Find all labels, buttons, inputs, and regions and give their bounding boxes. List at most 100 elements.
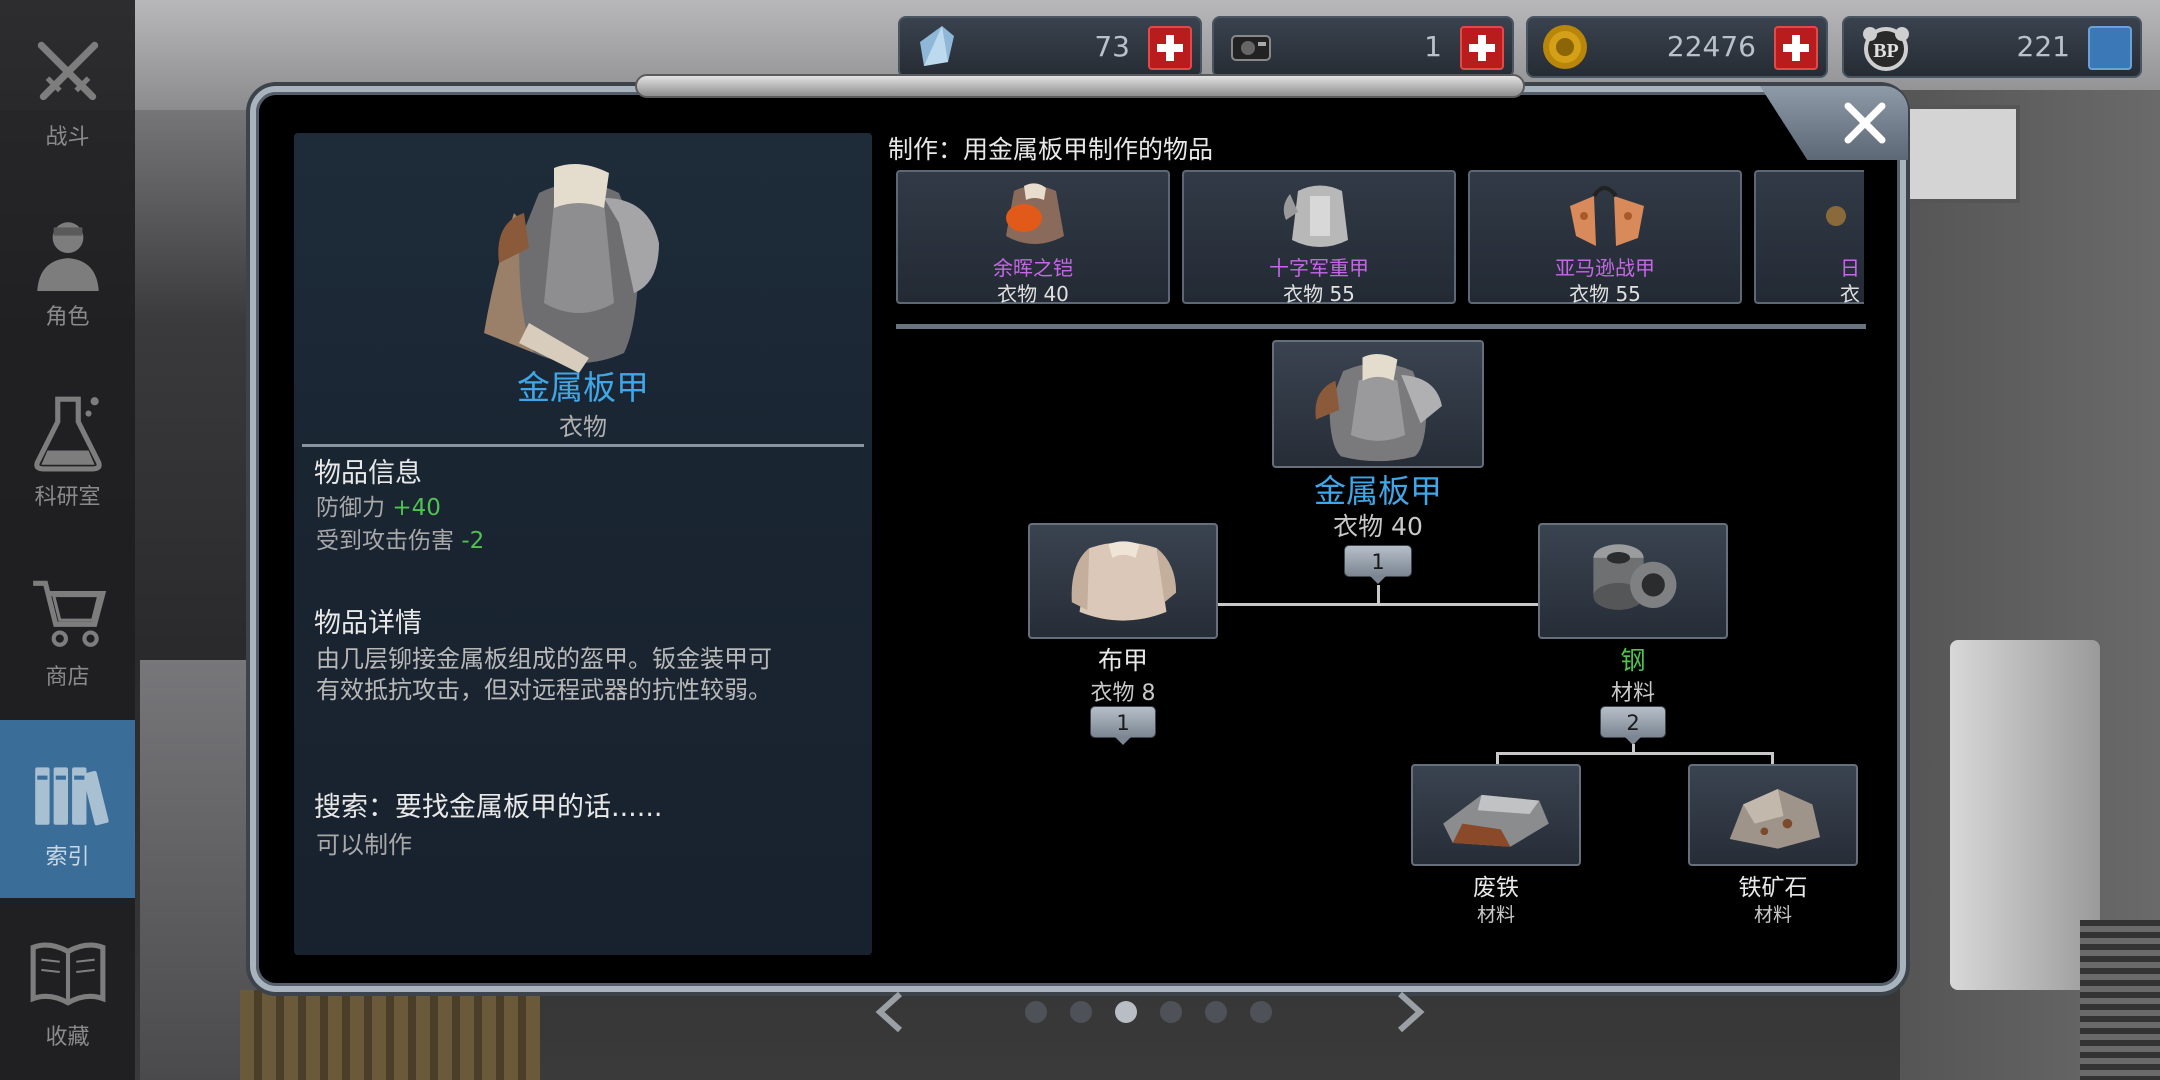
nav-index[interactable]: 索引 — [0, 720, 135, 898]
description-heading: 物品详情 — [314, 608, 422, 639]
quantity-badge: 1 — [1344, 545, 1412, 584]
nav-lab[interactable]: 科研室 — [0, 360, 135, 538]
recipe-material-value: 材料 — [1476, 904, 1515, 926]
tree-connector — [1377, 585, 1380, 605]
craft-item-name: 亚马逊战甲 — [1555, 256, 1655, 280]
nav-shop[interactable]: 商店 — [0, 540, 135, 718]
tree-connector — [1218, 603, 1538, 606]
craft-item-card[interactable]: 十字军重甲 衣物 55 — [1182, 170, 1456, 306]
page-dot[interactable] — [1070, 1001, 1092, 1023]
plus-icon — [1469, 35, 1495, 61]
currency-value: 221 — [2016, 30, 2070, 63]
stat-label: 受到攻击伤害 — [316, 528, 454, 554]
nav-character-label: 角色 — [45, 305, 90, 330]
armor-thumb — [984, 176, 1084, 256]
close-icon — [1844, 102, 1886, 144]
scrap-iron-image — [1443, 794, 1549, 847]
nav-shop-label: 商店 — [45, 665, 90, 690]
craft-item-name: 余晖之铠 — [993, 256, 1073, 280]
stat-label: 防御力 — [316, 495, 385, 521]
craft-item-value: 衣 — [1840, 282, 1860, 306]
device-icon — [1226, 22, 1276, 72]
currency-device: 1 — [1212, 16, 1514, 78]
currency-value: 73 — [1094, 30, 1130, 63]
bp-card-button[interactable] — [2088, 26, 2132, 70]
swords-icon — [23, 27, 113, 117]
craft-item-value: 衣物 55 — [1283, 282, 1355, 306]
armor-thumb — [1556, 176, 1656, 256]
divider — [302, 444, 864, 447]
tree-connector — [1496, 752, 1499, 764]
page-dot[interactable] — [1160, 1001, 1182, 1023]
nav-collection[interactable]: 收藏 — [0, 900, 135, 1078]
craft-section-title: 制作：用金属板甲制作的物品 — [888, 135, 1214, 164]
page-dot[interactable] — [1025, 1001, 1047, 1023]
add-coin-button[interactable] — [1774, 26, 1818, 70]
item-name: 金属板甲 — [517, 368, 649, 407]
page-dot[interactable] — [1205, 1001, 1227, 1023]
nav-lab-label: 科研室 — [34, 485, 101, 510]
cloth-armor-image — [1071, 541, 1177, 621]
craft-item-card[interactable]: 余晖之铠 衣物 40 — [896, 170, 1170, 306]
open-book-icon — [23, 927, 113, 1017]
dialog-handle — [635, 74, 1525, 98]
recipe-root-value: 衣物 40 — [1333, 512, 1423, 541]
item-category: 衣物 — [559, 413, 607, 441]
craft-item-value: 衣物 40 — [997, 282, 1069, 306]
info-heading: 物品信息 — [314, 458, 422, 489]
stat-value: -2 — [461, 528, 485, 554]
tree-connector — [1496, 752, 1774, 755]
craftable-items-row[interactable]: 余晖之铠 衣物 40 十字军重甲 衣物 55 亚马逊战甲 衣物 55 日 衣 — [896, 168, 1864, 308]
plate-armor-image — [454, 153, 704, 383]
recipe-ingredient-value: 衣物 8 — [1090, 681, 1156, 706]
recipe-material-iron-ore[interactable] — [1688, 764, 1858, 866]
nav-collection-label: 收藏 — [45, 1025, 90, 1050]
page-dot[interactable] — [1250, 1001, 1272, 1023]
steel-image — [1593, 544, 1677, 610]
iron-ore-image — [1729, 789, 1821, 849]
svg-text:BP: BP — [1873, 40, 1899, 62]
recipe-material-scrap-iron[interactable] — [1411, 764, 1581, 866]
plus-icon — [1157, 35, 1183, 61]
craft-item-name: 十字军重甲 — [1269, 256, 1369, 280]
main-nav-sidebar: 战斗 角色 科研室 商店 索引 收藏 — [0, 0, 135, 1080]
item-detail-panel: 金属板甲 衣物 物品信息 防御力 +40 受到攻击伤害 -2 物品详情 由几层铆… — [294, 133, 872, 955]
recipe-material-name: 铁矿石 — [1738, 875, 1808, 901]
section-divider — [896, 324, 1866, 329]
tree-connector — [1771, 752, 1774, 764]
stat-defense: 防御力 +40 — [316, 492, 441, 524]
quantity-badge: 2 — [1600, 706, 1666, 745]
plate-armor-image — [1315, 354, 1442, 462]
craft-item-value: 衣物 55 — [1569, 282, 1641, 306]
character-icon — [23, 207, 113, 297]
books-icon — [23, 747, 113, 837]
chevron-right-icon — [1397, 991, 1425, 1033]
craft-item-card[interactable]: 日 衣 — [1754, 170, 1864, 306]
recipe-root-name: 金属板甲 — [1313, 472, 1442, 510]
stat-value: +40 — [392, 495, 441, 521]
add-device-button[interactable] — [1460, 26, 1504, 70]
description-line-1: 由几层铆接金属板组成的盔甲。钣金装甲可 — [316, 645, 772, 673]
nav-character[interactable]: 角色 — [0, 180, 135, 358]
page-dot[interactable] — [1115, 1001, 1137, 1023]
recipe-ingredient-cloth-armor[interactable] — [1028, 523, 1218, 639]
currency-value: 22476 — [1666, 30, 1756, 63]
nav-battle[interactable]: 战斗 — [0, 0, 135, 178]
craft-item-card[interactable]: 亚马逊战甲 衣物 55 — [1468, 170, 1742, 306]
recipe-ingredient-name: 钢 — [1620, 646, 1646, 675]
quantity-badge: 1 — [1090, 706, 1156, 745]
prev-page-button[interactable] — [870, 990, 910, 1034]
craft-item-name: 日 — [1840, 256, 1860, 280]
recipe-root-node[interactable] — [1272, 340, 1484, 468]
currency-crystal: 73 — [898, 16, 1202, 78]
armor-thumb — [1270, 176, 1370, 256]
recipe-material-value: 材料 — [1753, 904, 1792, 926]
stat-damage-taken: 受到攻击伤害 -2 — [316, 525, 484, 557]
description-line-2: 有效抵抗攻击，但对远程武器的抗性较弱。 — [316, 676, 772, 704]
recipe-ingredient-steel[interactable] — [1538, 523, 1728, 639]
chevron-left-icon — [875, 991, 903, 1033]
next-page-button[interactable] — [1390, 990, 1430, 1034]
recipe-ingredient-value: 材料 — [1610, 681, 1655, 706]
bp-badge-icon: BP — [1856, 22, 1916, 72]
add-crystal-button[interactable] — [1148, 26, 1192, 70]
